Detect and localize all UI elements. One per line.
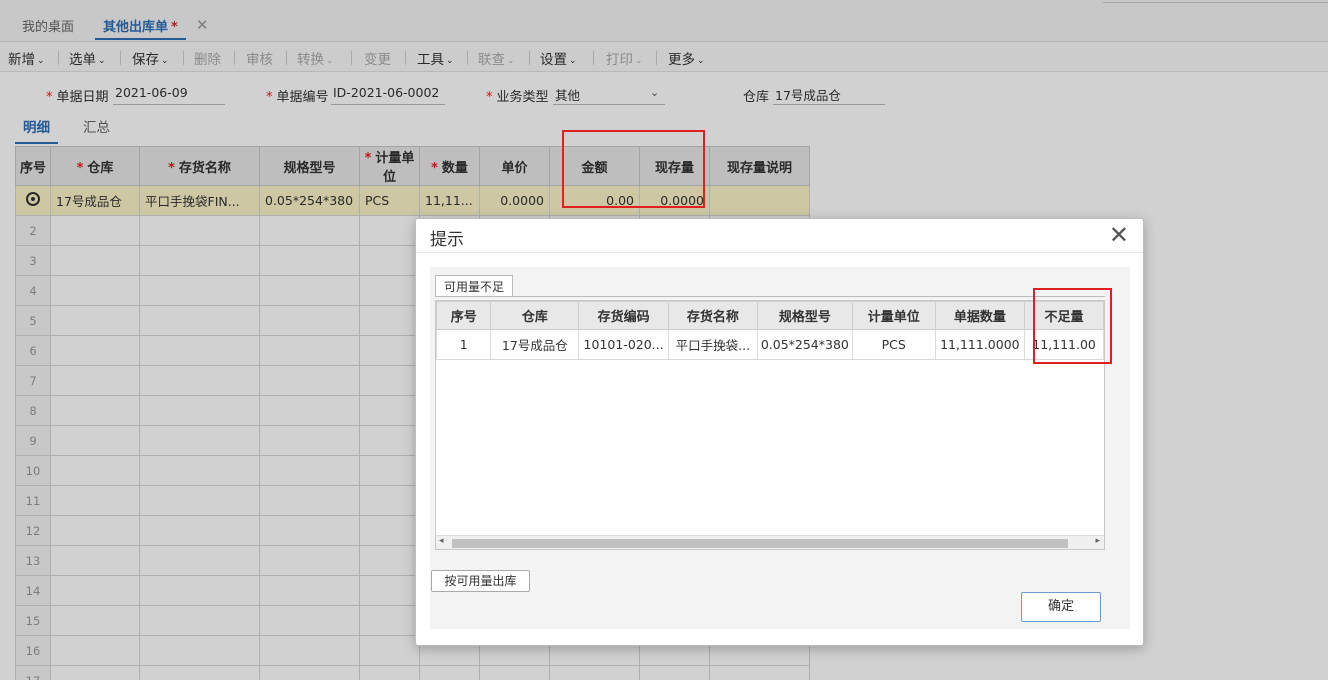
scroll-left-icon[interactable]: ◂ — [439, 536, 444, 546]
cell-item-code: 10101-020... — [578, 329, 669, 360]
scroll-right-icon[interactable]: ▸ — [1095, 536, 1100, 546]
horizontal-scrollbar[interactable]: ◂ ▸ — [436, 535, 1104, 549]
dialog-body: 可用量不足 序号 仓库 存货编码 存货名称 规格型号 计量单位 单据数量 不足量 — [430, 267, 1130, 629]
close-icon[interactable]: ✕ — [1109, 221, 1129, 249]
cell-spec: 0.05*254*380 — [756, 329, 853, 360]
highlight-box — [562, 130, 705, 208]
col-spec: 规格型号 — [756, 301, 853, 330]
outbound-by-available-button[interactable]: 按可用量出库 — [431, 570, 530, 592]
shortage-grid: 序号 仓库 存货编码 存货名称 规格型号 计量单位 单据数量 不足量 1 17号… — [436, 301, 1104, 360]
col-doc-qty: 单据数量 — [934, 301, 1026, 330]
dialog-title: 提示 — [430, 230, 464, 250]
col-unit: 计量单位 — [851, 301, 936, 330]
cell-seq: 1 — [436, 329, 492, 360]
cell-doc-qty: 11,111.0000 — [934, 329, 1026, 360]
scrollbar-thumb[interactable] — [452, 539, 1068, 548]
confirm-button[interactable]: 确定 — [1021, 592, 1101, 622]
insufficient-stock-dialog: 提示 ✕ 可用量不足 序号 仓库 存货编码 存货名称 规格型号 计量单位 单据数… — [415, 218, 1144, 646]
table-row[interactable]: 1 17号成品仓 10101-020... 平口手挽袋... 0.05*254*… — [436, 329, 1104, 360]
highlight-box — [1033, 288, 1112, 364]
dialog-header-row: 序号 仓库 存货编码 存货名称 规格型号 计量单位 单据数量 不足量 — [436, 301, 1104, 330]
divider — [416, 252, 1143, 253]
col-warehouse: 仓库 — [490, 301, 580, 330]
divider — [435, 296, 1105, 297]
tab-insufficient-available[interactable]: 可用量不足 — [435, 275, 514, 297]
cell-warehouse: 17号成品仓 — [490, 329, 580, 360]
col-item-name: 存货名称 — [667, 301, 758, 330]
shortage-table: 序号 仓库 存货编码 存货名称 规格型号 计量单位 单据数量 不足量 1 17号… — [435, 300, 1105, 550]
col-seq: 序号 — [436, 301, 492, 330]
cell-unit: PCS — [851, 329, 936, 360]
col-item-code: 存货编码 — [578, 301, 669, 330]
cell-item-name: 平口手挽袋... — [667, 329, 758, 360]
